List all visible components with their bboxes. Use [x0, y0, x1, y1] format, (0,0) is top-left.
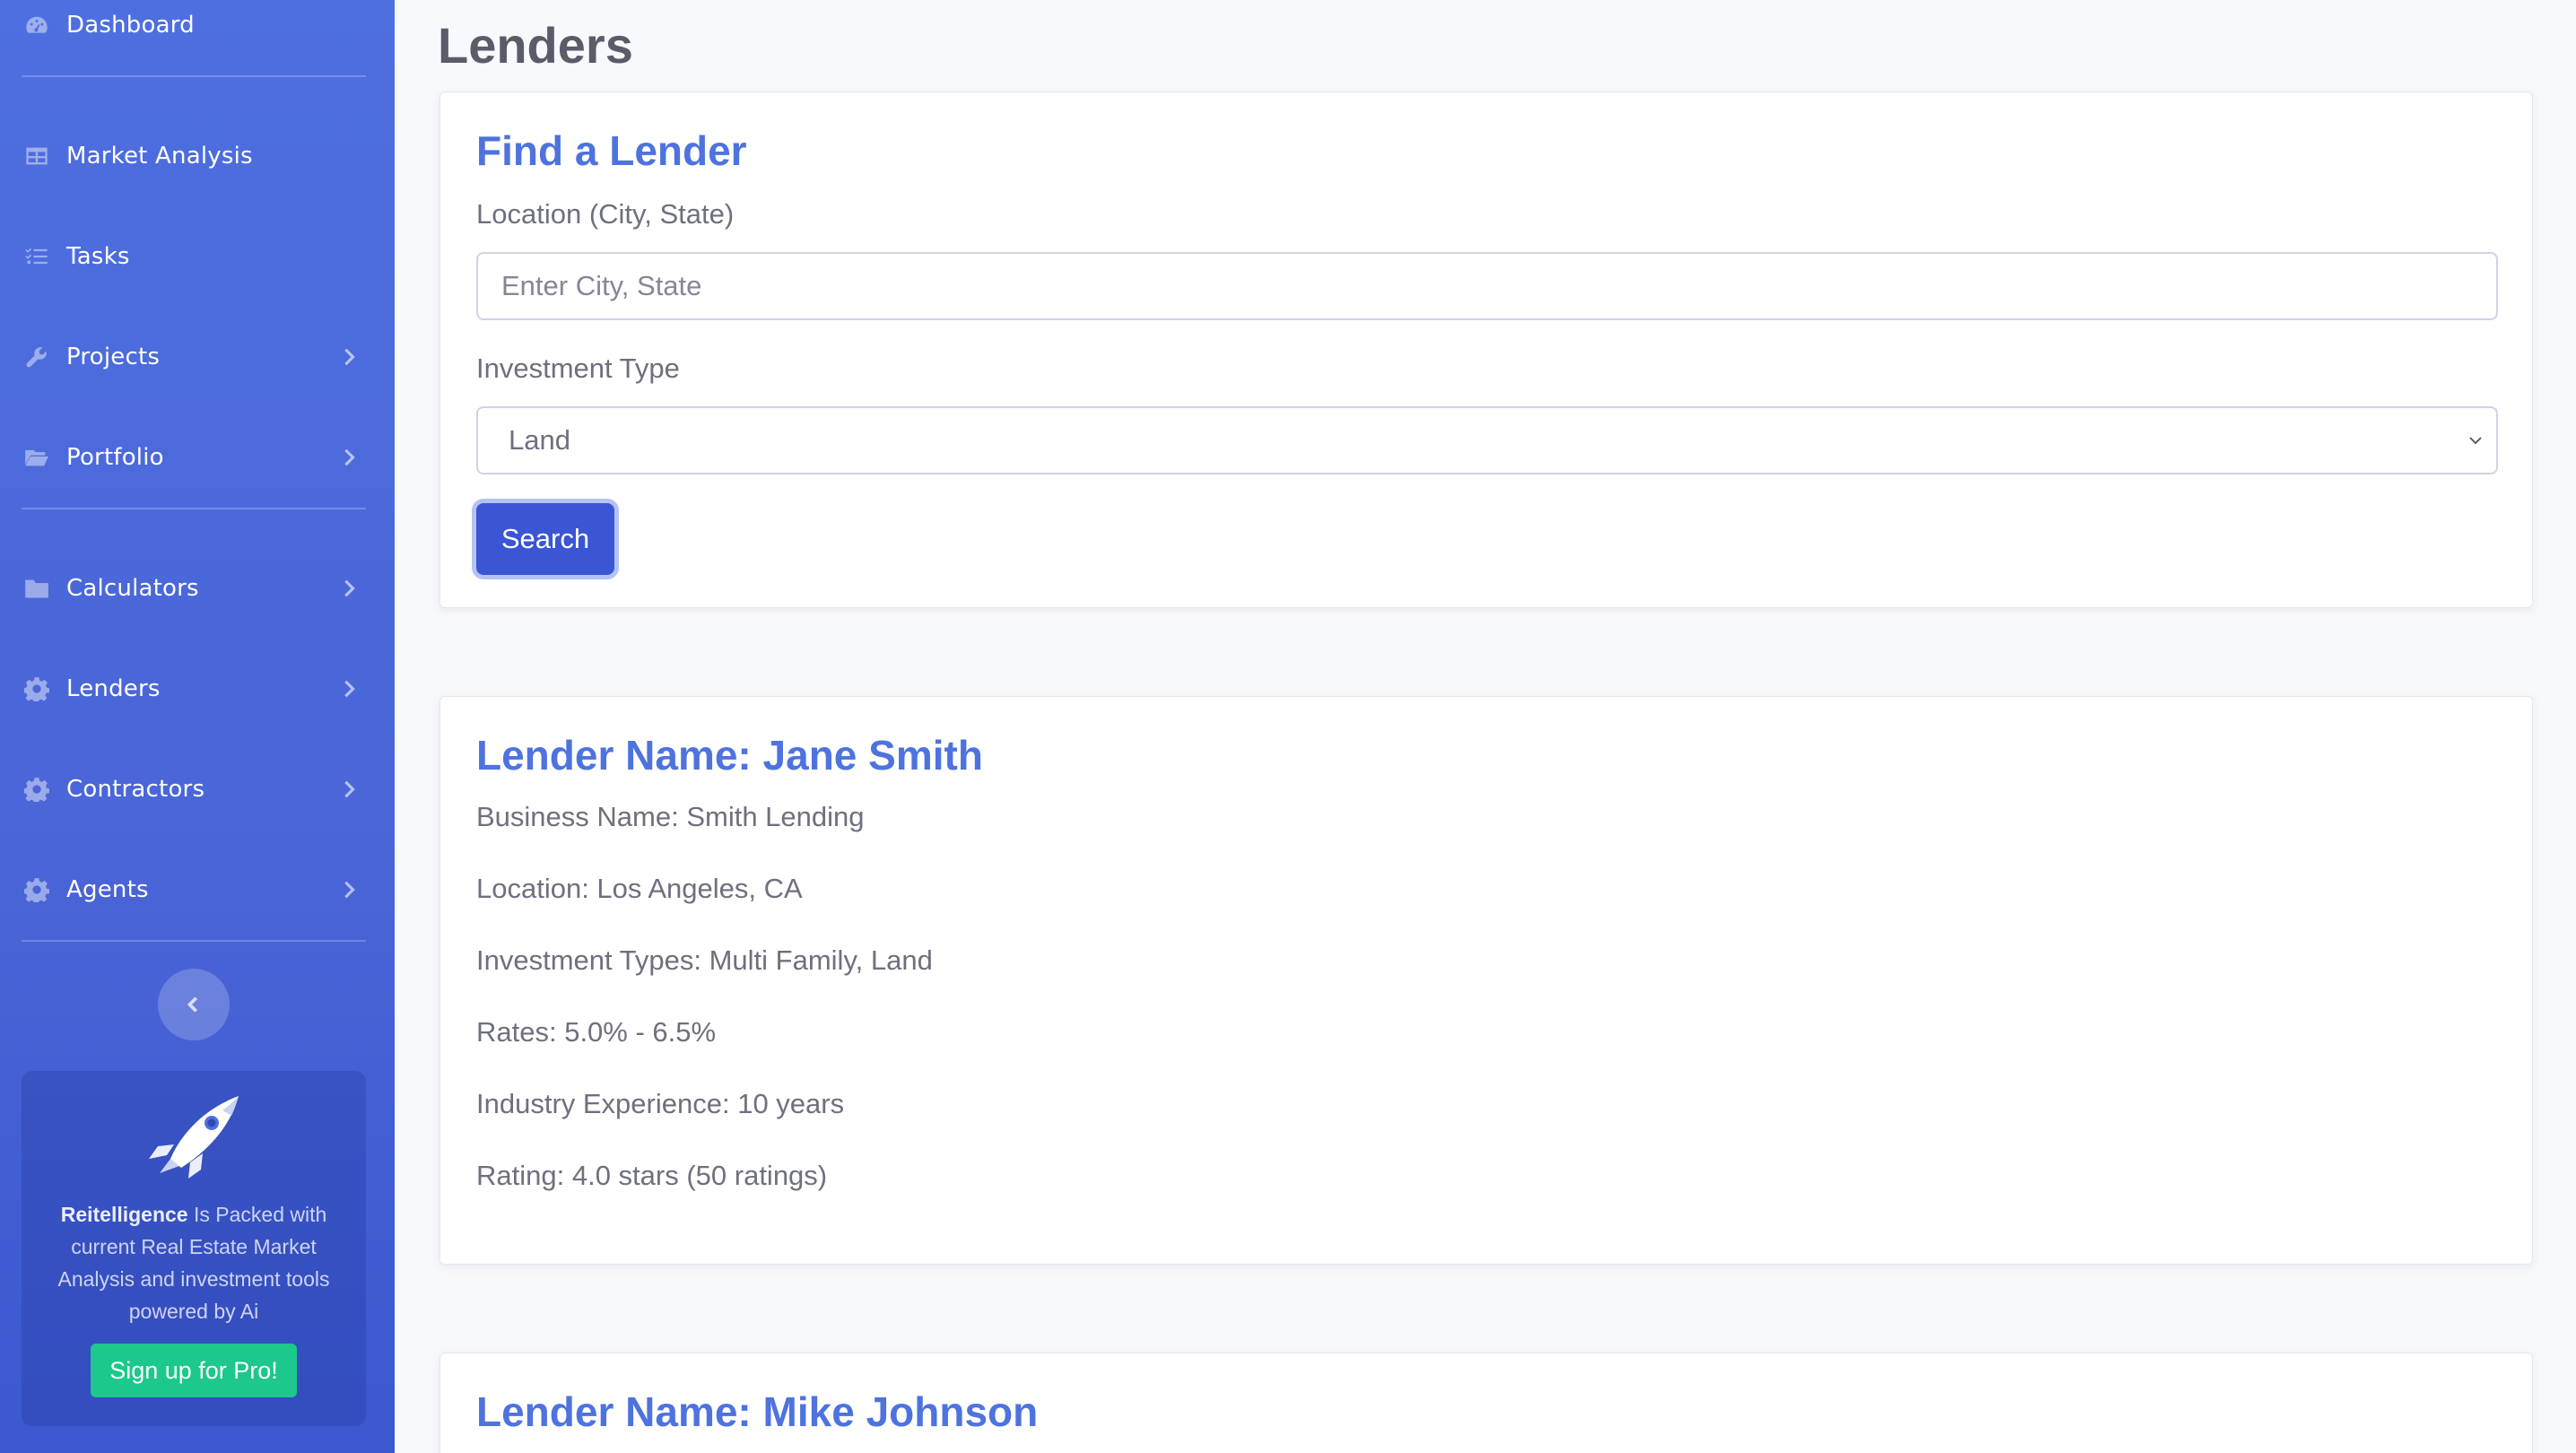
- promo-text: Reitelligence Is Packed with current Rea…: [48, 1198, 339, 1327]
- sidebar-item-projects[interactable]: Projects: [0, 321, 395, 393]
- sidebar-item-label: Tasks: [66, 243, 130, 270]
- search-button[interactable]: Search: [476, 503, 614, 575]
- lender-name: Lender Name: Mike Johnson: [476, 1388, 1039, 1435]
- sidebar-item-tasks[interactable]: Tasks: [0, 221, 395, 292]
- sidebar-item-label: Projects: [66, 344, 161, 370]
- investment-type-select[interactable]: Land: [476, 406, 2498, 474]
- lender-rates: Rates: 5.0% - 6.5%: [476, 1016, 717, 1048]
- folder-icon: [23, 575, 50, 602]
- sidebar-item-label: Dashboard: [66, 12, 195, 39]
- page-title: Lenders: [438, 17, 633, 74]
- sidebar-item-label: Calculators: [66, 575, 199, 602]
- sidebar-item-label: Portfolio: [66, 444, 164, 471]
- chevron-right-icon: [339, 579, 359, 598]
- lender-location: Location: Los Angeles, CA: [476, 873, 803, 904]
- chevron-right-icon: [339, 679, 359, 699]
- investment-type-selected: Land: [509, 424, 570, 456]
- sidebar-item-agents[interactable]: Agents: [0, 854, 395, 926]
- sidebar-item-dashboard[interactable]: Dashboard: [0, 0, 395, 61]
- sidebar-item-label: Agents: [66, 876, 149, 903]
- sign-up-pro-button[interactable]: Sign up for Pro!: [91, 1344, 297, 1397]
- sidebar-item-contractors[interactable]: Contractors: [0, 753, 395, 825]
- lender-business-name: Business Name: Smith Lending: [476, 801, 865, 832]
- cog-icon: [23, 776, 50, 803]
- wrench-icon: [23, 344, 50, 370]
- find-lender-card: Find a Lender Location (City, State) Inv…: [439, 91, 2533, 608]
- sidebar-item-calculators[interactable]: Calculators: [0, 552, 395, 624]
- cog-icon: [23, 876, 50, 903]
- find-lender-heading: Find a Lender: [476, 127, 747, 174]
- location-label: Location (City, State): [476, 198, 735, 230]
- sidebar-item-portfolio[interactable]: Portfolio: [0, 422, 395, 493]
- lender-card: Lender Name: Mike Johnson: [439, 1353, 2533, 1453]
- rocket-icon: [149, 1096, 239, 1179]
- sidebar-item-label: Market Analysis: [66, 143, 253, 170]
- lender-name: Lender Name: Jane Smith: [476, 732, 983, 779]
- chevron-right-icon: [339, 779, 359, 799]
- sidebar-item-label: Contractors: [66, 776, 205, 803]
- cog-icon: [23, 675, 50, 702]
- sidebar-divider: [22, 75, 366, 77]
- investment-type-label: Investment Type: [476, 352, 680, 384]
- location-input[interactable]: [476, 252, 2498, 320]
- sidebar-toggle-button[interactable]: [158, 969, 230, 1040]
- chevron-right-icon: [339, 880, 359, 900]
- lender-rating: Rating: 4.0 stars (50 ratings): [476, 1160, 828, 1191]
- chevron-down-icon: [2467, 432, 2484, 448]
- tasks-icon: [23, 243, 50, 270]
- chevron-left-icon: [187, 996, 198, 1013]
- main-content: Lenders Find a Lender Location (City, St…: [395, 0, 2576, 1453]
- promo-brand: Reitelligence: [60, 1203, 188, 1226]
- chevron-right-icon: [339, 347, 359, 367]
- lender-experience: Industry Experience: 10 years: [476, 1088, 845, 1119]
- dashboard-icon: [23, 12, 50, 39]
- sidebar-divider: [22, 508, 366, 509]
- lender-card: Lender Name: Jane Smith Business Name: S…: [439, 696, 2533, 1265]
- sidebar-divider: [22, 940, 366, 942]
- sidebar-item-market-analysis[interactable]: Market Analysis: [0, 120, 395, 192]
- table-icon: [23, 143, 50, 170]
- sidebar: Dashboard Market Analysis Tasks Projects: [0, 0, 395, 1453]
- chevron-right-icon: [339, 448, 359, 467]
- sidebar-item-label: Lenders: [66, 675, 161, 702]
- promo-card: Reitelligence Is Packed with current Rea…: [22, 1071, 366, 1426]
- sidebar-item-lenders[interactable]: Lenders: [0, 653, 395, 725]
- folder-open-icon: [23, 444, 50, 471]
- lender-investment-types: Investment Types: Multi Family, Land: [476, 944, 933, 976]
